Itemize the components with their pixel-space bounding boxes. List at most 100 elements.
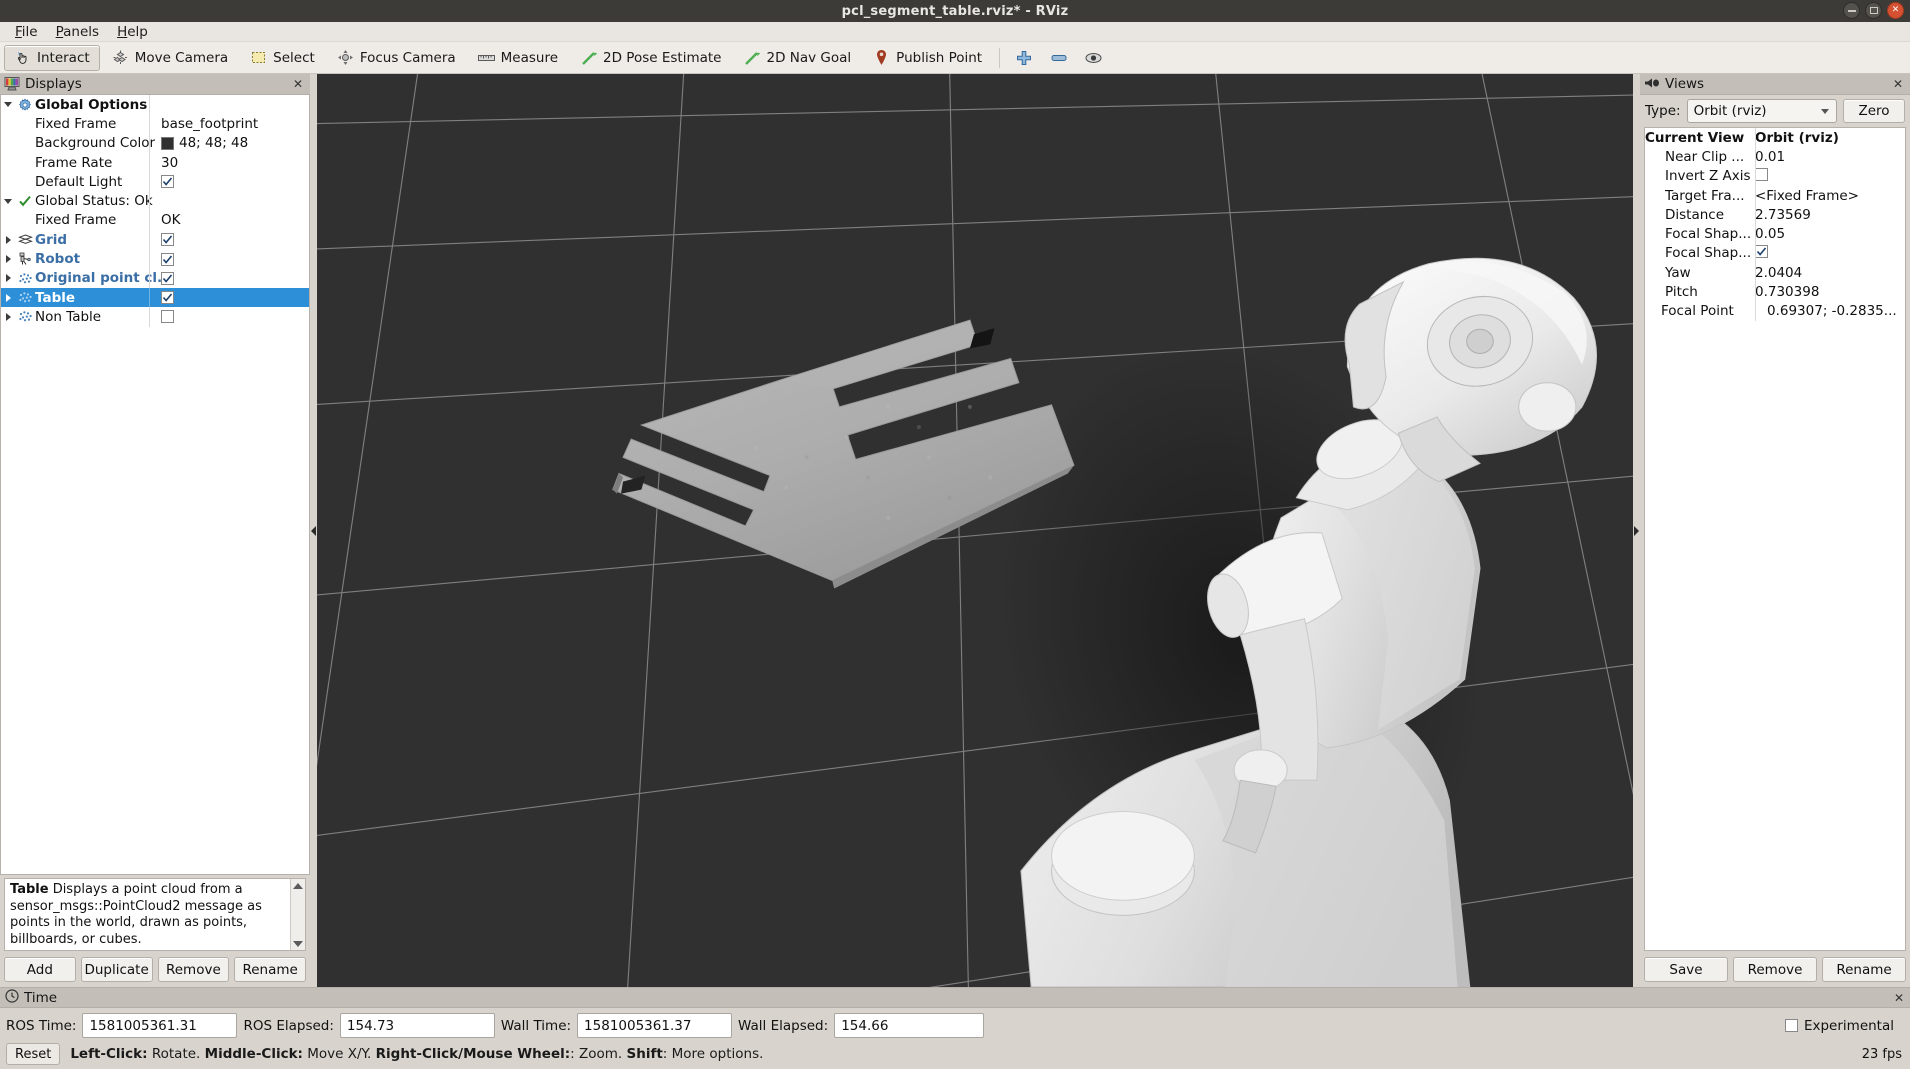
views-row-value[interactable]: 2.0404	[1755, 265, 1905, 281]
wall-elapsed-input[interactable]: 154.66	[834, 1013, 985, 1038]
save-view-button[interactable]: Save	[1644, 957, 1728, 982]
tree-row-frame-rate[interactable]: Frame Rate 30	[1, 152, 309, 173]
displays-panel-title: Displays	[25, 76, 82, 92]
displays-panel-close-icon[interactable]: ✕	[291, 77, 305, 91]
rename-view-button[interactable]: Rename	[1822, 957, 1906, 982]
toolbar-measure-button[interactable]: Measure	[468, 45, 568, 71]
scroll-down-icon[interactable]	[292, 937, 305, 950]
expander-right-icon[interactable]	[1, 274, 15, 283]
toolbar-select-button[interactable]: Select	[240, 45, 325, 71]
views-row-distance[interactable]: Distance 2.73569	[1645, 205, 1905, 225]
tree-row-robot[interactable]: Robot	[1, 249, 309, 269]
views-row-value[interactable]: 2.73569	[1755, 207, 1905, 223]
tree-row-fixed-frame[interactable]: Fixed Frame base_footprint	[1, 114, 309, 134]
left-panel-collapse-handle[interactable]	[310, 74, 317, 987]
views-row-value[interactable]: <Fixed Frame>	[1755, 188, 1905, 204]
menu-panels[interactable]: Panels	[47, 22, 108, 42]
tree-row-table[interactable]: Table	[1, 287, 309, 308]
expander-down-icon[interactable]	[1, 198, 15, 204]
views-row-near-clip[interactable]: Near Clip ... 0.01	[1645, 147, 1905, 167]
time-panel-close-icon[interactable]: ✕	[1894, 991, 1904, 1005]
views-row-pitch[interactable]: Pitch 0.730398	[1645, 282, 1905, 302]
reset-button[interactable]: Reset	[6, 1043, 61, 1065]
tree-value: OK	[161, 212, 181, 229]
views-row-value[interactable]: 0.05	[1755, 226, 1905, 242]
tree-row-background-color[interactable]: Background Color 48; 48; 48	[1, 133, 309, 153]
right-panel-collapse-handle[interactable]	[1633, 74, 1640, 987]
original-point-cloud-checkbox[interactable]	[161, 271, 174, 285]
wall-time-input[interactable]: 1581005361.37	[577, 1013, 733, 1038]
close-icon[interactable]: ✕	[1887, 2, 1904, 19]
expander-right-icon[interactable]	[1, 235, 15, 244]
views-row-focal-point[interactable]: Focal Point 0.69307; -0.2835...	[1645, 301, 1905, 321]
expander-right-icon[interactable]	[1, 255, 15, 264]
toolbar-add-tool-button[interactable]	[1007, 45, 1040, 71]
views-row-current-view[interactable]: Current View Orbit (rviz)	[1645, 128, 1905, 148]
ros-elapsed-input[interactable]: 154.73	[339, 1013, 495, 1038]
duplicate-button[interactable]: Duplicate	[80, 957, 153, 982]
views-row-value[interactable]: 0.730398	[1755, 284, 1905, 300]
tree-row-non-table[interactable]: Non Table	[1, 307, 309, 327]
invert-z-axis-checkbox[interactable]	[1755, 167, 1768, 181]
robot-checkbox[interactable]	[161, 252, 174, 266]
views-panel: Views ✕ Type: Orbit (rviz) Zero Current …	[1640, 74, 1910, 987]
render-viewport-3d[interactable]	[317, 74, 1633, 987]
tree-row-default-light[interactable]: Default Light	[1, 172, 309, 192]
view-type-select[interactable]: Orbit (rviz)	[1686, 99, 1837, 123]
non-table-checkbox[interactable]	[161, 310, 174, 324]
tree-value[interactable]: 48; 48; 48	[161, 135, 309, 151]
zero-button[interactable]: Zero	[1843, 99, 1905, 123]
toolbar-2d-pose-estimate-button[interactable]: 2D Pose Estimate	[570, 45, 731, 71]
maximize-icon[interactable]	[1865, 2, 1882, 19]
ros-time-input[interactable]: 1581005361.31	[82, 1013, 238, 1038]
minimize-icon[interactable]	[1843, 2, 1860, 19]
views-row-yaw[interactable]: Yaw 2.0404	[1645, 263, 1905, 283]
expander-down-icon[interactable]	[1, 102, 15, 108]
tree-row-global-options[interactable]: Global Options	[1, 95, 309, 115]
remove-button[interactable]: Remove	[157, 957, 230, 982]
tree-row-status-fixed-frame[interactable]: Fixed Frame OK	[1, 210, 309, 231]
views-row-focal-shape-fixed-size[interactable]: Focal Shap...	[1645, 243, 1905, 264]
views-row-value[interactable]: 0.01	[1755, 149, 1905, 165]
tree-value[interactable]: base_footprint	[161, 116, 309, 132]
scroll-up-icon[interactable]	[292, 879, 305, 892]
default-light-checkbox[interactable]	[161, 175, 174, 189]
menu-help[interactable]: Help	[108, 22, 157, 42]
toolbar-remove-tool-button[interactable]	[1042, 45, 1075, 71]
tree-row-grid[interactable]: Grid	[1, 230, 309, 250]
description-scrollbar[interactable]	[290, 879, 305, 950]
displays-tree[interactable]: Global Options Fixed Frame base_footprin…	[0, 95, 310, 875]
tree-value[interactable]: 30	[161, 155, 309, 171]
experimental-checkbox[interactable]	[1784, 1019, 1798, 1032]
grid-checkbox[interactable]	[161, 233, 174, 247]
nav-goal-arrow-icon	[744, 49, 761, 66]
pointcloud-icon	[15, 310, 35, 323]
views-row-target-frame[interactable]: Target Fra... <Fixed Frame>	[1645, 185, 1905, 206]
views-row-value[interactable]: 0.69307; -0.2835...	[1767, 303, 1905, 319]
views-row-invert-z-axis[interactable]: Invert Z Axis	[1645, 166, 1905, 186]
focal-shape-fixed-size-checkbox[interactable]	[1755, 245, 1768, 259]
tree-row-global-status[interactable]: Global Status: Ok	[1, 191, 309, 211]
toolbar-view-tool-button[interactable]	[1077, 45, 1110, 71]
remove-view-button[interactable]: Remove	[1733, 957, 1817, 982]
tree-value	[161, 291, 309, 305]
views-row-focal-shape-size[interactable]: Focal Shap... 0.05	[1645, 224, 1905, 244]
add-button[interactable]: Add	[4, 957, 76, 982]
toolbar-move-camera-button[interactable]: Move Camera	[102, 45, 238, 71]
rename-button[interactable]: Rename	[234, 957, 306, 982]
main-content: Displays ✕ Global Options Fixed Frame ba…	[0, 74, 1910, 987]
toolbar-focus-camera-button[interactable]: Focus Camera	[327, 45, 466, 71]
expander-right-icon[interactable]	[1, 312, 15, 321]
tree-row-original-point-cloud[interactable]: Original point cl...	[1, 268, 309, 288]
tree-label: Table	[35, 289, 76, 306]
toolbar-publish-point-button[interactable]: Publish Point	[863, 45, 992, 71]
views-tree[interactable]: Current View Orbit (rviz) Near Clip ... …	[1644, 127, 1906, 951]
toolbar-2d-nav-goal-button[interactable]: 2D Nav Goal	[734, 45, 862, 71]
window-title: pcl_segment_table.rviz* - RViz	[841, 3, 1069, 19]
menu-file[interactable]: File	[6, 22, 47, 42]
hint-move: Move X/Y.	[302, 1046, 376, 1062]
toolbar-interact-button[interactable]: Interact	[4, 44, 100, 71]
expander-right-icon[interactable]	[1, 293, 15, 302]
views-panel-close-icon[interactable]: ✕	[1891, 77, 1905, 91]
table-checkbox[interactable]	[161, 291, 174, 305]
